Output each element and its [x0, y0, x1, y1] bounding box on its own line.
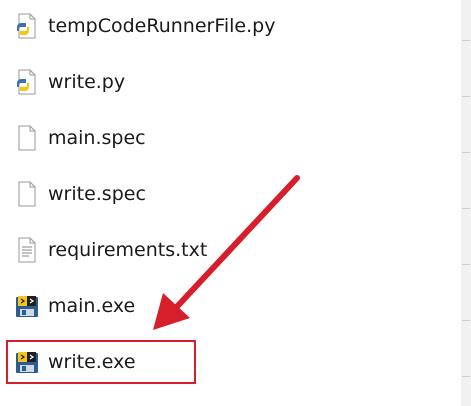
file-row-main-spec[interactable]: main.spec: [0, 116, 440, 160]
blank-file-icon: [14, 125, 40, 151]
highlight-box: [6, 340, 196, 384]
edge-mark: [462, 96, 470, 103]
edge-mark: [462, 376, 470, 383]
edge-mark: [462, 40, 470, 47]
file-row-tempcoderunnerfile-py[interactable]: tempCodeRunnerFile.py: [0, 4, 440, 48]
python-file-icon: [14, 69, 40, 95]
file-row-requirements-txt[interactable]: requirements.txt: [0, 228, 440, 272]
file-name: write.py: [48, 71, 126, 93]
edge-mark: [462, 152, 470, 159]
file-name: requirements.txt: [48, 239, 208, 261]
adjacent-pane-edge: [461, 0, 471, 406]
pyinstaller-exe-icon: [14, 293, 40, 319]
edge-mark: [462, 208, 470, 215]
edge-mark: [462, 264, 470, 271]
blank-file-icon: [14, 181, 40, 207]
file-row-write-spec[interactable]: write.spec: [0, 172, 440, 216]
text-file-icon: [14, 237, 40, 263]
file-row-write-py[interactable]: write.py: [0, 60, 440, 104]
file-name: main.spec: [48, 127, 146, 149]
file-name: main.exe: [48, 295, 136, 317]
file-name: tempCodeRunnerFile.py: [48, 15, 276, 37]
edge-mark: [462, 320, 470, 327]
file-row-main-exe[interactable]: main.exe: [0, 284, 440, 328]
file-name: write.spec: [48, 183, 146, 205]
python-file-icon: [14, 13, 40, 39]
